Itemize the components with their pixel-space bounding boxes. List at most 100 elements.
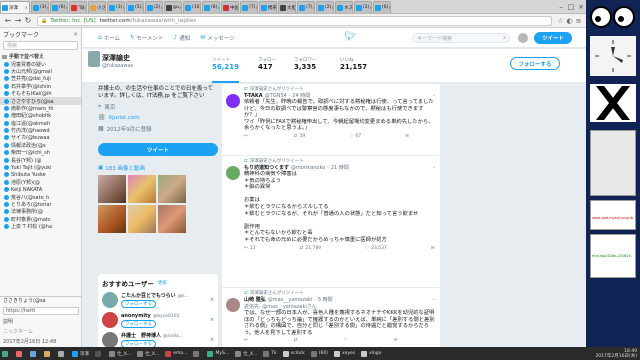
tweet[interactable]: ⇄ 深澤諭史さんがリツイート ⌄ 山崎 雅弘 @mas__yamazaki · 5 時間 返信…	[222, 288, 440, 347]
browser-tab[interactable]: (5)×	[126, 1, 144, 13]
taskbar-item[interactable]	[93, 348, 105, 359]
bookmark-item[interactable]: 池原(Y邦)(@	[0, 179, 81, 186]
heart-action[interactable]: ♡ 67	[349, 134, 383, 139]
back-icon[interactable]: ←	[3, 16, 13, 25]
dock-window-thumb[interactable]: ntry-wp2016c-201610.	[590, 234, 636, 278]
avatar[interactable]	[102, 292, 118, 308]
suggested-user[interactable]: anonymity @byce0101 フォローする ×	[102, 312, 214, 328]
bookmark-detail-url[interactable]: https://twitt	[3, 307, 79, 315]
bookmark-item[interactable]: サイカ(@buwaa	[0, 134, 81, 141]
minimize-icon[interactable]: –	[556, 3, 566, 11]
browser-tab[interactable]: (10)×	[183, 1, 201, 13]
search-icon[interactable]: ⌕	[503, 35, 506, 41]
profile-stat[interactable]: フォロー 417	[258, 57, 276, 71]
bookmark-item[interactable]: 上泉 T 村松 (@ha	[0, 223, 81, 230]
dismiss-icon[interactable]: ×	[210, 297, 214, 303]
avatar[interactable]	[226, 298, 240, 312]
user-name[interactable]: 弁護士 野神博人	[121, 333, 161, 339]
media-thumbnail[interactable]	[158, 205, 186, 233]
bookmark-item[interactable]: 竹内洋(@haowd	[0, 127, 81, 134]
browser-tab[interactable]: ネス×	[335, 1, 353, 13]
reply-action[interactable]: ↩	[244, 338, 272, 343]
browser-tab[interactable]: 中国×	[221, 1, 239, 13]
bookmarks-search-input[interactable]: 検索	[3, 41, 78, 50]
bookmark-item[interactable]: 荒谷八(@sato_h	[0, 193, 81, 201]
bookmark-item[interactable]: 笠井亮(@dai_fuji	[0, 75, 81, 82]
taskbar-item[interactable]: xlogo	[359, 348, 383, 359]
taskbar-item[interactable]: xclock	[281, 348, 307, 359]
media-link[interactable]: ▣ 183 画像と動画	[98, 164, 218, 172]
avatar[interactable]	[226, 94, 240, 108]
browser-tab[interactable]: 深澤 ×	[0, 1, 30, 13]
xclock-widget[interactable]	[590, 36, 636, 76]
follow-button[interactable]: フォローする	[510, 57, 560, 70]
taskbar-item[interactable]: 仕_X...	[107, 348, 133, 359]
media-thumbnail[interactable]	[128, 175, 156, 203]
close-tab-icon[interactable]: ×	[217, 5, 219, 10]
star-icon[interactable]: ☆	[556, 17, 565, 25]
bookmark-item[interactable]: 柴田一(@ichi_sh	[0, 149, 81, 156]
xlogo-widget[interactable]	[590, 84, 636, 122]
close-tab-icon[interactable]: ×	[160, 5, 162, 10]
profile-avatar[interactable]	[88, 51, 100, 67]
url-field[interactable]: 🔒 Twitter, Inc. [US] twitter.com /fukaza…	[37, 15, 552, 26]
follow-button[interactable]: フォローする	[121, 319, 156, 328]
envelope-action[interactable]: ✉	[431, 246, 440, 251]
browser-tab[interactable]: (7)×	[240, 1, 258, 13]
browser-tab[interactable]: (3)×	[107, 1, 125, 13]
profile-stat[interactable]: ツイート 56,219	[212, 57, 240, 83]
twitter-bird-icon[interactable]: 🐦︎	[344, 33, 355, 42]
tweet[interactable]: ⇄ 深澤諭史さんがリツイート ⌄ もり坊道知つくます @morikanoko · 21 時間…	[222, 156, 440, 288]
avatar[interactable]	[226, 166, 240, 180]
bookmark-item[interactable]: 南新作(@maro_th	[0, 105, 81, 112]
taskbar-clock[interactable]: 18:49 2017年2月16日(木)	[595, 349, 640, 359]
close-tab-icon[interactable]: ×	[46, 5, 48, 10]
browser-tab[interactable]: "既×	[69, 1, 87, 13]
profile-name[interactable]: 深澤諭史	[102, 53, 130, 63]
taskbar-item[interactable]	[56, 348, 68, 359]
bookmark-item[interactable]: 塩江遥(@akmah	[0, 120, 81, 127]
browser-tab[interactable]: 携帯×	[259, 1, 277, 13]
taskbar-item[interactable]: (60)	[309, 348, 330, 359]
tweet-to-button[interactable]: ツイート	[98, 143, 218, 156]
taskbar-item[interactable]	[191, 348, 203, 359]
bookmark-item[interactable]: Yuki Tajit (@yuki	[0, 164, 81, 171]
user-name[interactable]: anonymity	[121, 313, 151, 319]
reply-action[interactable]: ↩	[244, 134, 272, 139]
browser-tab[interactable]: gu ×	[164, 1, 182, 13]
browser-tab[interactable]: (2)×	[316, 1, 334, 13]
profile-stat[interactable]: フォロワー 3,335	[294, 57, 317, 71]
close-icon[interactable]: ×	[576, 3, 586, 11]
close-tab-icon[interactable]: ×	[369, 5, 371, 10]
tweet[interactable]: ⇄ 深澤諭史さんがリツイート ⌄ T-TAKA @TGN54 · 24 時間 依頼者「先生、昨…	[222, 84, 440, 156]
retweet-action[interactable]: ⇄ 59	[294, 134, 328, 139]
close-tab-icon[interactable]: ×	[255, 5, 257, 10]
bookmark-item[interactable]: Shibuta Yuske	[0, 171, 81, 178]
reply-action[interactable]: ↩ 13	[244, 246, 278, 251]
taskbar-item[interactable]	[14, 348, 26, 359]
taskbar-item[interactable]: 仕_X...	[233, 348, 259, 359]
follow-button[interactable]: フォローする	[121, 300, 156, 308]
media-thumbnail[interactable]	[98, 175, 126, 203]
browser-tab[interactable]: (7)×	[297, 1, 315, 13]
browser-tab[interactable]: 大胆×	[278, 1, 296, 13]
taskbar-item[interactable]: ema...	[163, 348, 189, 359]
bookmark-item[interactable]: 町村泰貴(@matc	[0, 216, 81, 223]
refresh-link[interactable]: 更新	[158, 280, 167, 286]
tweet-time[interactable]: 5 時間	[318, 297, 333, 303]
bookmark-folder[interactable]: 手動で並べ替え	[0, 53, 81, 60]
close-tab-icon[interactable]: ×	[388, 5, 390, 10]
close-tab-icon[interactable]: ×	[85, 5, 86, 10]
forward-icon[interactable]: →	[13, 16, 23, 25]
taskbar-item[interactable]: 深澤	[70, 348, 91, 359]
xeyes-widget[interactable]	[590, 6, 636, 28]
envelope-action[interactable]: ✉	[394, 338, 422, 343]
dock-window-thumb[interactable]	[590, 130, 636, 196]
bookmark-item[interactable]: 長谷(Y邦) (@	[0, 156, 81, 164]
close-tab-icon[interactable]: ×	[141, 5, 143, 10]
taskbar-item[interactable]	[28, 348, 40, 359]
taskbar-item[interactable]: MyS...	[205, 348, 231, 359]
account-avatar[interactable]	[518, 33, 528, 43]
reload-icon[interactable]: ↻	[23, 16, 33, 25]
heart-action[interactable]: ♡ 23,537	[365, 246, 409, 251]
